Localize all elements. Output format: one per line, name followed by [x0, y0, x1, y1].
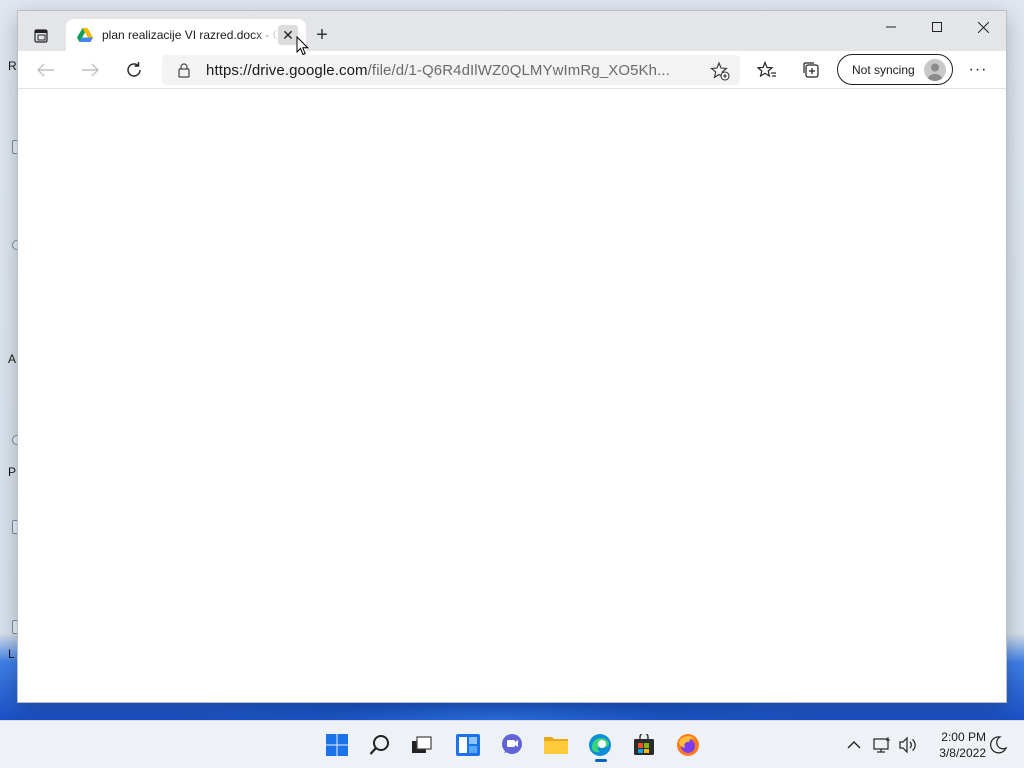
title-bar[interactable]: plan realizacije VI razred.docx - Google…: [18, 11, 1006, 51]
avatar: [924, 59, 946, 81]
collections-icon: [803, 62, 819, 78]
edge-icon: [589, 734, 611, 756]
store-button[interactable]: [628, 729, 660, 761]
arrow-right-icon: [82, 63, 99, 77]
arrow-left-icon: [37, 63, 54, 77]
favorites-icon: [757, 61, 776, 78]
collections-button[interactable]: [796, 56, 826, 84]
tab-close-button[interactable]: ✕: [278, 25, 298, 45]
new-tab-button[interactable]: +: [310, 23, 334, 47]
profile-sync-button[interactable]: Not syncing: [837, 54, 953, 85]
start-button[interactable]: [321, 729, 353, 761]
taskbar: 2:00 PM 3/8/2022: [0, 720, 1024, 768]
sync-status-label: Not syncing: [852, 63, 915, 77]
browser-window: plan realizacije VI razred.docx - Google…: [18, 11, 1006, 702]
forward-button[interactable]: [74, 56, 106, 84]
refresh-button[interactable]: [118, 56, 150, 84]
add-favorite-icon[interactable]: [710, 61, 730, 81]
browser-toolbar: https://drive.google.com/file/d/1-Q6R4dI…: [18, 51, 1006, 89]
task-view-button[interactable]: [406, 729, 438, 761]
chat-icon: [502, 734, 522, 754]
close-window-button[interactable]: [960, 11, 1006, 43]
firefox-icon: [677, 734, 699, 756]
url-text[interactable]: https://drive.google.com/file/d/1-Q6R4dI…: [206, 62, 700, 80]
refresh-icon: [127, 62, 141, 77]
search-button[interactable]: [364, 729, 396, 761]
clock-date: 3/8/2022: [939, 746, 986, 760]
tab-title: plan realizacije VI razred.docx - Google…: [102, 28, 280, 42]
search-icon: [369, 735, 389, 755]
store-icon: [634, 734, 654, 755]
tab-active[interactable]: plan realizacije VI razred.docx - Google…: [66, 19, 306, 51]
address-bar[interactable]: https://drive.google.com/file/d/1-Q6R4dI…: [162, 55, 740, 85]
file-explorer-icon: [544, 737, 568, 754]
widgets-button[interactable]: [452, 729, 484, 761]
google-drive-icon: [77, 28, 93, 42]
active-indicator: [595, 759, 607, 762]
network-icon[interactable]: [872, 735, 892, 755]
clock-time: 2:00 PM: [941, 730, 986, 744]
url-host: https://drive.google.com: [206, 62, 368, 79]
volume-icon[interactable]: [898, 735, 918, 755]
url-path: /file/d/1-Q6R4dIlWZ0QLMYwImRg_XO5Kh...: [367, 62, 670, 79]
page-content-blank[interactable]: [18, 90, 1006, 702]
desktop-icons: R A P L: [0, 0, 22, 720]
start-icon: [326, 734, 348, 756]
settings-more-button[interactable]: ···: [963, 56, 993, 84]
chevron-up-icon[interactable]: [846, 737, 862, 753]
favorites-button[interactable]: [752, 56, 782, 84]
mouse-cursor-icon: [296, 36, 310, 56]
maximize-button[interactable]: [914, 11, 960, 43]
file-explorer-button[interactable]: [540, 729, 572, 761]
lock-icon[interactable]: [176, 62, 192, 78]
minimize-button[interactable]: [868, 11, 914, 43]
focus-assist-icon[interactable]: [988, 735, 1008, 755]
firefox-button[interactable]: [672, 729, 704, 761]
widgets-icon: [456, 734, 480, 756]
tab-actions-icon[interactable]: [30, 25, 52, 47]
chat-button[interactable]: [496, 729, 528, 761]
task-view-icon: [412, 736, 432, 753]
system-clock[interactable]: 2:00 PM 3/8/2022: [920, 729, 986, 763]
back-button[interactable]: [30, 56, 62, 84]
edge-taskbar-button[interactable]: [584, 729, 616, 762]
